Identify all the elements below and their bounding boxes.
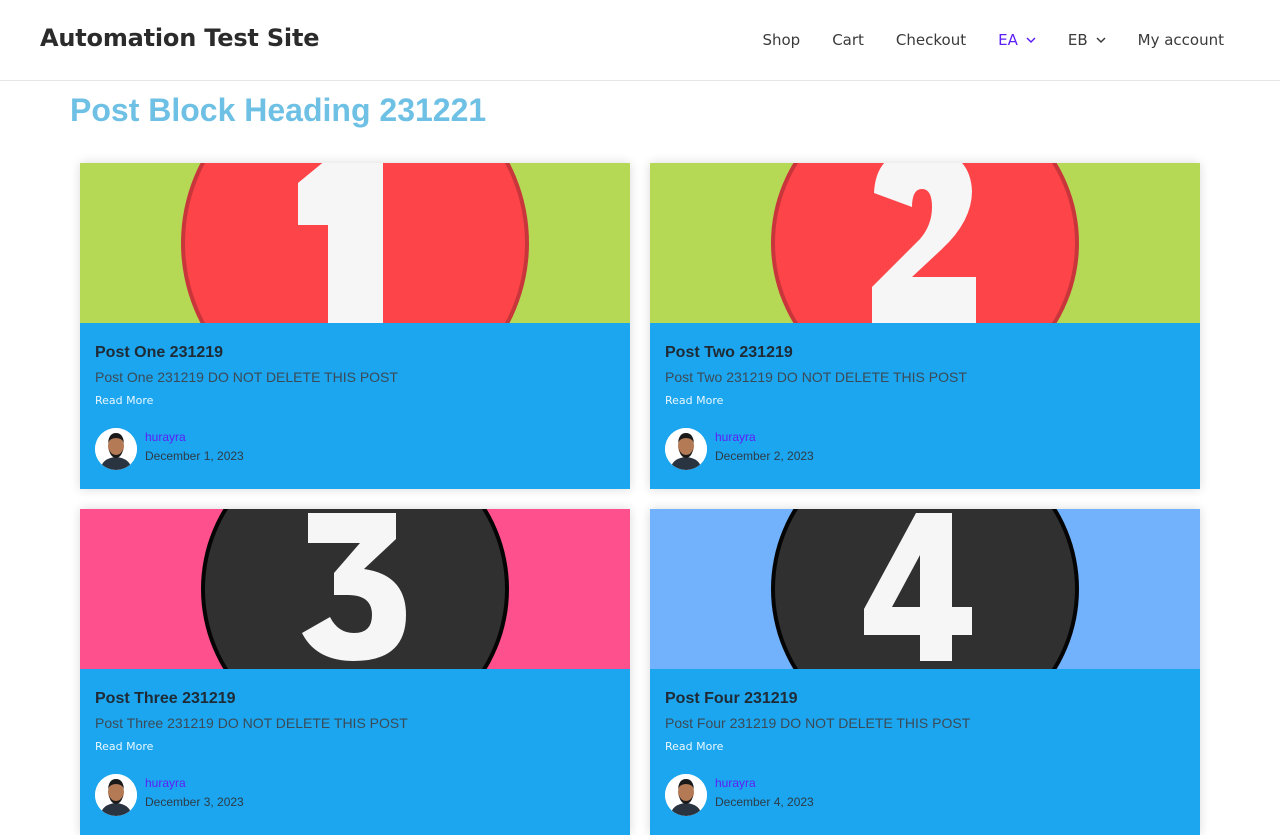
post-card: Post Four 231219 Post Four 231219 DO NOT… — [650, 509, 1200, 835]
author-avatar-icon — [665, 774, 707, 816]
nav-item-label: Shop — [762, 31, 801, 49]
post-thumbnail-link[interactable] — [80, 163, 630, 323]
author-avatar-icon — [665, 428, 707, 470]
number-two-thumbnail — [650, 163, 1200, 323]
nav-item-label: Cart — [832, 31, 864, 49]
avatar[interactable] — [665, 428, 707, 470]
post-date: December 3, 2023 — [145, 795, 244, 809]
chevron-down-icon[interactable] — [1096, 35, 1106, 45]
post-block-heading: Post Block Heading 231221 — [70, 92, 487, 128]
nav-item-label: EA — [998, 31, 1018, 49]
post-card-body: Post Four 231219 Post Four 231219 DO NOT… — [650, 669, 1200, 817]
nav-item-my-account[interactable]: My account — [1122, 0, 1240, 80]
post-thumbnail-link[interactable] — [650, 163, 1200, 323]
author-avatar-icon — [95, 774, 137, 816]
nav-item-eb[interactable]: EB — [1052, 0, 1122, 80]
nav-item-label: My account — [1137, 31, 1224, 49]
author-name-link[interactable]: hurayra — [145, 776, 186, 790]
post-title[interactable]: Post One 231219 — [95, 343, 615, 363]
avatar[interactable] — [95, 428, 137, 470]
author-name-link[interactable]: hurayra — [715, 776, 756, 790]
read-more-link[interactable]: Read More — [95, 394, 153, 407]
post-date: December 1, 2023 — [145, 449, 244, 463]
main-navigation: Shop Cart Checkout EA EB My account — [746, 0, 1240, 80]
post-title[interactable]: Post Four 231219 — [665, 689, 1185, 709]
post-excerpt: Post Two 231219 DO NOT DELETE THIS POST — [665, 369, 967, 385]
post-excerpt: Post Four 231219 DO NOT DELETE THIS POST — [665, 715, 971, 731]
author-name-link[interactable]: hurayra — [145, 430, 186, 444]
post-card: Post Three 231219 Post Three 231219 DO N… — [80, 509, 630, 835]
site-title-link[interactable]: Automation Test Site — [40, 24, 319, 52]
post-card-body: Post Three 231219 Post Three 231219 DO N… — [80, 669, 630, 817]
number-one-thumbnail — [80, 163, 630, 323]
nav-item-checkout[interactable]: Checkout — [880, 0, 982, 80]
read-more-link[interactable]: Read More — [665, 394, 723, 407]
site-header: Automation Test Site Shop Cart Checkout … — [0, 0, 1280, 81]
author-name-link[interactable]: hurayra — [715, 430, 756, 444]
post-date: December 4, 2023 — [715, 795, 814, 809]
post-excerpt: Post One 231219 DO NOT DELETE THIS POST — [95, 369, 398, 385]
post-card-body: Post Two 231219 Post Two 231219 DO NOT D… — [650, 323, 1200, 471]
avatar[interactable] — [665, 774, 707, 816]
number-three-thumbnail — [80, 509, 630, 669]
post-meta: hurayra December 4, 2023 — [665, 773, 1185, 817]
read-more-link[interactable]: Read More — [665, 740, 723, 753]
post-meta: hurayra December 2, 2023 — [665, 427, 1185, 471]
read-more-link[interactable]: Read More — [95, 740, 153, 753]
post-thumbnail-link[interactable] — [80, 509, 630, 669]
nav-item-shop[interactable]: Shop — [746, 0, 816, 80]
author-avatar-icon — [95, 428, 137, 470]
post-thumbnail-link[interactable] — [650, 509, 1200, 669]
post-card: Post Two 231219 Post Two 231219 DO NOT D… — [650, 163, 1200, 489]
chevron-down-icon[interactable] — [1026, 35, 1036, 45]
number-four-thumbnail — [650, 509, 1200, 669]
post-card: Post One 231219 Post One 231219 DO NOT D… — [80, 163, 630, 489]
post-date: December 2, 2023 — [715, 449, 814, 463]
post-title[interactable]: Post Two 231219 — [665, 343, 1185, 363]
avatar[interactable] — [95, 774, 137, 816]
post-meta: hurayra December 1, 2023 — [95, 427, 615, 471]
post-meta: hurayra December 3, 2023 — [95, 773, 615, 817]
nav-item-label: EB — [1067, 31, 1088, 49]
nav-item-label: Checkout — [895, 31, 967, 49]
nav-item-cart[interactable]: Cart — [816, 0, 880, 80]
nav-item-ea[interactable]: EA — [982, 0, 1052, 80]
post-excerpt: Post Three 231219 DO NOT DELETE THIS POS… — [95, 715, 408, 731]
post-title[interactable]: Post Three 231219 — [95, 689, 615, 709]
post-card-body: Post One 231219 Post One 231219 DO NOT D… — [80, 323, 630, 471]
